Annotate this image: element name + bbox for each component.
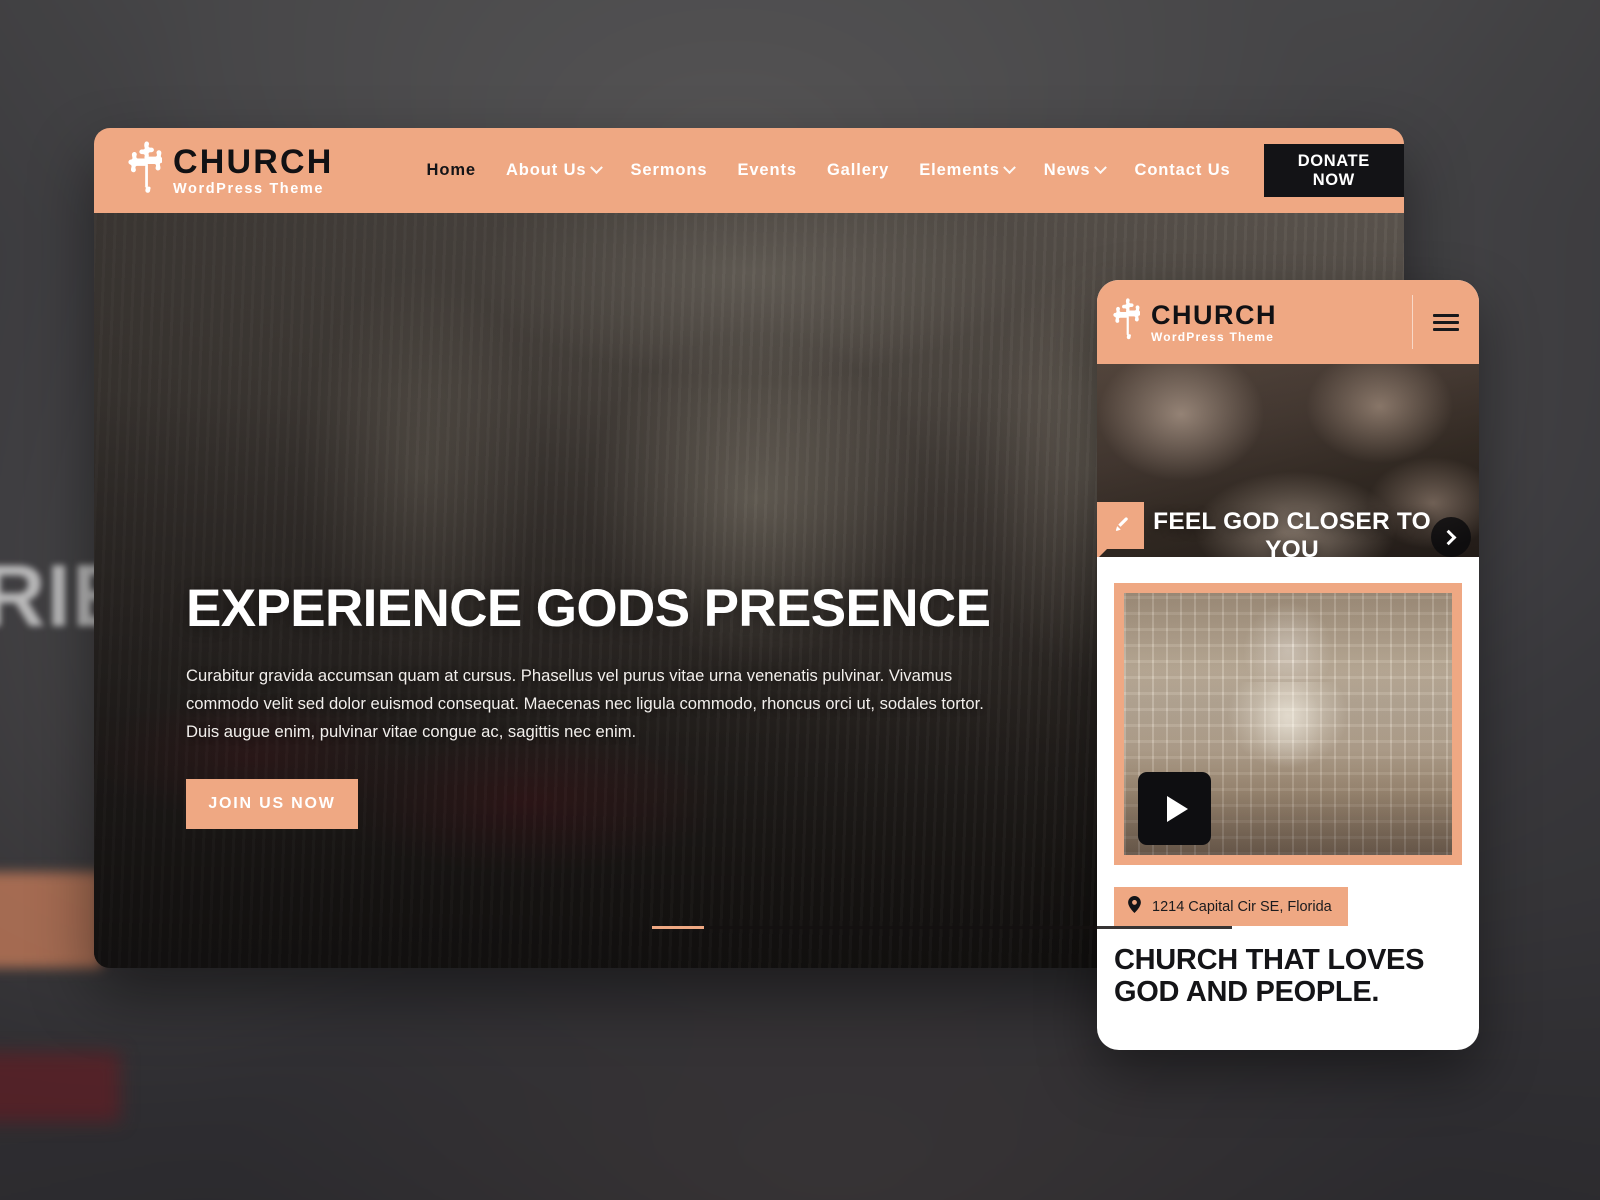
brush-icon [1097, 502, 1144, 557]
site-logo[interactable]: CHURCH WordPress Theme [128, 141, 334, 200]
hero-title: EXPERIENCE GODS PRESENCE [186, 579, 991, 638]
play-button[interactable] [1138, 772, 1211, 845]
address-badge: 1214 Capital Cir SE, Florida [1114, 887, 1348, 926]
cross-icon [128, 141, 164, 200]
mobile-hero-slider: FEEL GOD CLOSER TO YOU [1097, 364, 1479, 557]
mobile-menu-button[interactable] [1412, 295, 1479, 349]
logo-text-block: CHURCH WordPress Theme [173, 145, 334, 197]
screenshot-stage: RIE CHURCH WordPress Theme Home About Us… [0, 0, 1600, 1200]
background-ghost-button [0, 872, 102, 968]
mobile-section-heading: CHURCH THAT LOVES GOD AND PEOPLE. [1114, 944, 1425, 1008]
mobile-mockup: CHURCH WordPress Theme FEEL GOD CLOSER T… [1097, 280, 1479, 1050]
nav-item-home[interactable]: Home [412, 161, 491, 180]
donate-now-button[interactable]: DONATE NOW [1263, 144, 1404, 197]
map-pin-icon [1128, 896, 1141, 917]
nav-item-label: About Us [505, 161, 587, 179]
mobile-logo-text-block: CHURCH WordPress Theme [1151, 299, 1277, 344]
mobile-content-body: 1214 Capital Cir SE, Florida CHURCH THAT… [1097, 557, 1479, 1009]
hero-slider-progress[interactable] [652, 926, 1232, 929]
mobile-logo-tagline: WordPress Theme [1151, 329, 1275, 344]
logo-title: CHURCH [173, 142, 334, 181]
mobile-site-logo[interactable]: CHURCH WordPress Theme [1113, 298, 1277, 346]
nav-item-label: News [1043, 161, 1091, 179]
mobile-video-thumbnail[interactable] [1124, 593, 1452, 855]
desktop-site-header: CHURCH WordPress Theme Home About Us Ser… [94, 128, 1404, 213]
chevron-down-icon [589, 161, 603, 175]
nav-item-elements[interactable]: Elements [904, 161, 1029, 180]
mobile-site-header: CHURCH WordPress Theme [1097, 280, 1479, 364]
chevron-down-icon [1002, 161, 1016, 175]
nav-item-contact-us[interactable]: Contact Us [1120, 161, 1246, 180]
cross-icon [1113, 298, 1142, 346]
nav-item-label: Events [737, 161, 797, 179]
nav-item-label: Contact Us [1134, 161, 1231, 179]
nav-item-news[interactable]: News [1029, 161, 1120, 180]
mobile-video-frame [1114, 583, 1462, 865]
nav-item-about-us[interactable]: About Us [491, 161, 616, 180]
nav-item-label: Sermons [630, 161, 708, 179]
hero-content: EXPERIENCE GODS PRESENCE Curabitur gravi… [186, 581, 1016, 829]
join-us-now-button[interactable]: JOIN US NOW [186, 778, 358, 829]
mobile-hero-title: FEEL GOD CLOSER TO YOU [1153, 508, 1431, 557]
nav-item-events[interactable]: Events [722, 161, 812, 180]
hero-description: Curabitur gravida accumsan quam at cursu… [186, 666, 984, 741]
chevron-down-icon [1093, 161, 1107, 175]
nav-item-label: Home [426, 161, 476, 179]
logo-tagline: WordPress Theme [173, 180, 325, 197]
background-ghost-accent [0, 1052, 120, 1122]
nav-item-label: Elements [919, 161, 1000, 179]
play-icon [1166, 795, 1188, 822]
primary-navigation: Home About Us Sermons Events Gallery Ele… [412, 161, 1246, 180]
address-text: 1214 Capital Cir SE, Florida [1152, 898, 1332, 915]
nav-item-gallery[interactable]: Gallery [812, 161, 904, 180]
hamburger-menu-icon [1433, 310, 1459, 335]
nav-item-label: Gallery [826, 161, 890, 179]
mobile-logo-title: CHURCH [1151, 299, 1277, 330]
hero-slider-progress-fill [652, 926, 704, 929]
nav-item-sermons[interactable]: Sermons [616, 161, 723, 180]
chevron-right-icon [1440, 529, 1456, 545]
mobile-hero-next-button[interactable] [1431, 517, 1471, 557]
